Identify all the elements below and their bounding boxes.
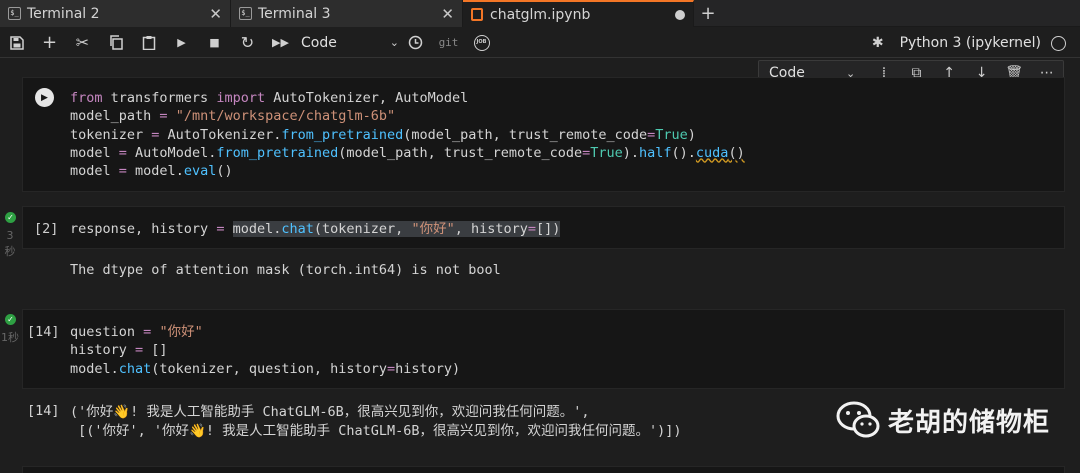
run-cell-icon[interactable]: ▶ xyxy=(35,88,54,107)
exec-time: 1秒 xyxy=(1,331,19,344)
restart-button[interactable]: ↻ xyxy=(231,28,264,58)
chevron-down-icon: ⌄ xyxy=(389,36,399,49)
tab-chatglm-notebook[interactable]: chatglm.ipynb xyxy=(463,0,694,27)
success-check-icon: ✓ xyxy=(5,212,16,223)
save-button[interactable] xyxy=(0,28,33,58)
restart-run-all-button[interactable]: ▶▶ xyxy=(264,28,297,58)
cut-button[interactable]: ✂ xyxy=(66,28,99,58)
copy-icon xyxy=(109,35,123,50)
new-tab-button[interactable]: + xyxy=(694,0,722,27)
execution-count: [14] xyxy=(27,324,60,340)
clock-button[interactable] xyxy=(399,28,432,58)
code-cell-1[interactable]: ▶ from transformers import AutoTokenizer… xyxy=(22,77,1065,192)
clock-icon xyxy=(408,35,423,50)
job-icon: JOB xyxy=(473,34,490,51)
unsaved-dot-icon[interactable] xyxy=(675,9,685,20)
wechat-icon xyxy=(836,400,882,440)
paste-icon xyxy=(142,36,155,50)
cell-output: The dtype of attention mask (torch.int64… xyxy=(70,262,501,278)
tab-label: Terminal 2 xyxy=(27,5,100,22)
cell-type-dropdown[interactable]: Code ⌄ xyxy=(301,35,399,51)
notebook-icon xyxy=(471,8,483,21)
success-check-icon: ✓ xyxy=(5,314,16,325)
cell-editor[interactable]: question = "你好" history = [] model.chat(… xyxy=(70,323,460,378)
cell-editor[interactable]: from transformers import AutoTokenizer, … xyxy=(70,89,745,180)
code-cell-3[interactable]: [14] question = "你好" history = [] model.… xyxy=(22,309,1065,389)
tab-bar: $_ Terminal 2 ✕ $_ Terminal 3 ✕ chatglm.… xyxy=(0,0,1080,27)
git-button[interactable]: git xyxy=(432,28,465,58)
stop-button[interactable]: ■ xyxy=(198,28,231,58)
output-prompt: [14] xyxy=(27,403,60,419)
kernel-status-icon xyxy=(1051,35,1066,51)
tab-label: chatglm.ipynb xyxy=(490,6,591,23)
job-button[interactable]: JOB xyxy=(465,28,498,58)
copy-button[interactable] xyxy=(99,28,132,58)
watermark-text: 老胡的储物柜 xyxy=(888,407,1051,438)
notebook-toolbar: + ✂ ▶ ■ ↻ ▶▶ Code ⌄ git JOB ✱ Python 3 (… xyxy=(0,28,1080,58)
kernel-indicator[interactable]: ✱ Python 3 (ipykernel) xyxy=(872,28,1066,58)
cell-output: ('你好👋! 我是人工智能助手 ChatGLM-6B，很高兴见到你，欢迎问我任何… xyxy=(70,404,682,439)
next-cell-edge xyxy=(22,466,1065,473)
insert-cell-button[interactable]: + xyxy=(33,28,66,58)
tab-label: Terminal 3 xyxy=(258,5,331,22)
debugger-icon[interactable]: ✱ xyxy=(872,35,884,51)
watermark: 老胡的储物柜 xyxy=(836,400,1050,440)
close-icon[interactable]: ✕ xyxy=(441,5,454,23)
kernel-name: Python 3 (ipykernel) xyxy=(899,35,1041,51)
cell-editor[interactable]: response, history = model.chat(tokenizer… xyxy=(70,220,561,238)
paste-button[interactable] xyxy=(132,28,165,58)
execution-count: [2] xyxy=(34,221,59,237)
run-button[interactable]: ▶ xyxy=(165,28,198,58)
code-cell-2[interactable]: [2] response, history = model.chat(token… xyxy=(22,206,1065,249)
close-icon[interactable]: ✕ xyxy=(209,5,222,23)
exec-time: 3秒 xyxy=(4,229,16,258)
terminal-icon: $_ xyxy=(239,7,252,20)
tab-terminal-2[interactable]: $_ Terminal 2 ✕ xyxy=(0,0,231,27)
save-icon xyxy=(9,35,24,50)
tab-terminal-3[interactable]: $_ Terminal 3 ✕ xyxy=(231,0,463,27)
terminal-icon: $_ xyxy=(8,7,21,20)
